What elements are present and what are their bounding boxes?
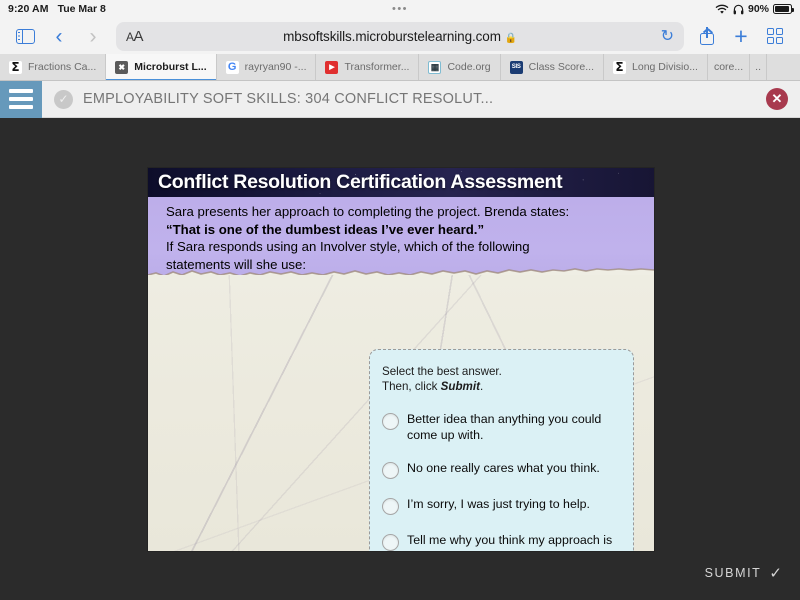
address-bar[interactable]: AA mbsoftskills.microburstelearning.com … <box>116 22 684 51</box>
radio-button[interactable] <box>382 498 399 515</box>
browser-tab[interactable]: core... <box>708 54 750 80</box>
question-line: If Sara responds using an Involver style… <box>166 238 640 256</box>
instruction-line-2: Then, click Submit. <box>382 379 623 394</box>
sidebar-toggle-button[interactable] <box>10 21 40 51</box>
plus-icon: + <box>734 25 747 48</box>
status-right-cluster: 90% <box>715 3 792 15</box>
reload-button[interactable]: ↻ <box>661 26 674 46</box>
share-icon <box>700 27 714 45</box>
url-display: mbsoftskills.microburstelearning.com 🔒 <box>116 29 684 44</box>
options-list: Better idea than anything you could come… <box>382 412 623 551</box>
url-text: mbsoftskills.microburstelearning.com <box>283 29 501 44</box>
ios-status-bar: 9:20 AM Tue Mar 8 ••• 90% <box>0 0 800 18</box>
browser-tab[interactable]: Σ Long Divisio... <box>604 54 708 80</box>
tab-label: Fractions Ca... <box>28 61 96 73</box>
ipad-screen: 9:20 AM Tue Mar 8 ••• 90% ‹ › <box>0 0 800 600</box>
answer-option[interactable]: Tell me why you think my approach is not… <box>382 533 623 551</box>
browser-tab[interactable]: .. <box>750 54 767 80</box>
option-label: Better idea than anything you could come… <box>407 412 623 443</box>
answer-option[interactable]: Better idea than anything you could come… <box>382 412 623 443</box>
answer-option[interactable]: No one really cares what you think. <box>382 461 623 479</box>
lock-icon: 🔒 <box>505 33 517 44</box>
favicon-sigma-icon: Σ <box>613 61 626 74</box>
tab-label: .. <box>755 61 761 73</box>
page-title: EMPLOYABILITY SOFT SKILLS: 304 CONFLICT … <box>83 91 766 107</box>
radio-button[interactable] <box>382 534 399 551</box>
slide-banner: Conflict Resolution Certification Assess… <box>148 168 654 197</box>
back-button[interactable]: ‹ <box>44 21 74 51</box>
browser-tab-active[interactable]: ✖ Microburst L... <box>106 54 216 80</box>
instruction-line-1: Select the best answer. <box>382 364 623 379</box>
course-header-bar: ✓ EMPLOYABILITY SOFT SKILLS: 304 CONFLIC… <box>0 81 800 118</box>
course-player: Conflict Resolution Certification Assess… <box>0 120 800 600</box>
submit-word: Submit <box>441 380 480 393</box>
favicon-microburst-icon: ✖ <box>115 61 128 74</box>
sidebar-icon <box>16 29 35 44</box>
battery-percent: 90% <box>748 3 769 15</box>
favicon-codeorg-icon: ▦ <box>428 61 441 74</box>
favicon-youtube-icon: ▶ <box>325 61 338 74</box>
answer-option[interactable]: I’m sorry, I was just trying to help. <box>382 497 623 515</box>
assessment-slide: Conflict Resolution Certification Assess… <box>148 168 654 551</box>
completion-check-icon: ✓ <box>54 90 73 109</box>
share-button[interactable] <box>692 21 722 51</box>
tab-label: Transformer... <box>344 61 409 73</box>
favicon-sis-icon: SIS <box>510 61 523 74</box>
question-line: Sara presents her approach to completing… <box>166 203 640 221</box>
hamburger-menu-icon[interactable] <box>0 81 42 118</box>
question-panel: Sara presents her approach to completing… <box>148 197 654 275</box>
forward-button[interactable]: › <box>78 21 108 51</box>
submit-button[interactable]: SUBMIT ✓ <box>705 564 782 582</box>
browser-tab[interactable]: SIS Class Score... <box>501 54 604 80</box>
option-label: I’m sorry, I was just trying to help. <box>407 497 590 513</box>
browser-tab[interactable]: ▶ Transformer... <box>316 54 419 80</box>
tab-strip: Σ Fractions Ca... ✖ Microburst L... G ra… <box>0 54 800 81</box>
favicon-sigma-icon: Σ <box>9 61 22 74</box>
battery-icon <box>773 4 792 14</box>
option-label: Tell me why you think my approach is not… <box>407 533 623 551</box>
favicon-google-icon: G <box>226 61 239 74</box>
answer-panel: Select the best answer. Then, click Subm… <box>369 349 634 551</box>
radio-button[interactable] <box>382 413 399 430</box>
browser-tab[interactable]: Σ Fractions Ca... <box>0 54 106 80</box>
tab-overview-button[interactable] <box>760 21 790 51</box>
browser-toolbar: ‹ › AA mbsoftskills.microburstelearning.… <box>0 18 800 54</box>
tabs-grid-icon <box>767 28 784 45</box>
tab-label: Class Score... <box>529 61 594 73</box>
slide-title: Conflict Resolution Certification Assess… <box>148 171 562 194</box>
headphones-icon <box>733 4 744 15</box>
check-icon: ✓ <box>769 564 782 582</box>
chevron-left-icon: ‹ <box>56 26 63 47</box>
tab-label: Code.org <box>447 61 490 73</box>
browser-tab[interactable]: G rayryan90 -... <box>217 54 317 80</box>
tab-label: rayryan90 -... <box>245 61 307 73</box>
submit-label: SUBMIT <box>705 566 762 580</box>
new-tab-button[interactable]: + <box>726 21 756 51</box>
chevron-right-icon: › <box>90 26 97 47</box>
tab-label: Microburst L... <box>134 61 206 73</box>
question-line-quote: “That is one of the dumbest ideas I’ve e… <box>166 221 640 239</box>
close-icon[interactable]: ✕ <box>766 88 788 110</box>
browser-tab[interactable]: ▦ Code.org <box>419 54 500 80</box>
instruction-suffix: . <box>480 380 483 393</box>
tab-label: core... <box>714 61 743 73</box>
multitasking-dots-icon[interactable]: ••• <box>0 2 800 16</box>
tab-label: Long Divisio... <box>632 61 698 73</box>
option-label: No one really cares what you think. <box>407 461 600 477</box>
radio-button[interactable] <box>382 462 399 479</box>
wifi-icon <box>715 4 729 15</box>
instruction-prefix: Then, click <box>382 380 441 393</box>
